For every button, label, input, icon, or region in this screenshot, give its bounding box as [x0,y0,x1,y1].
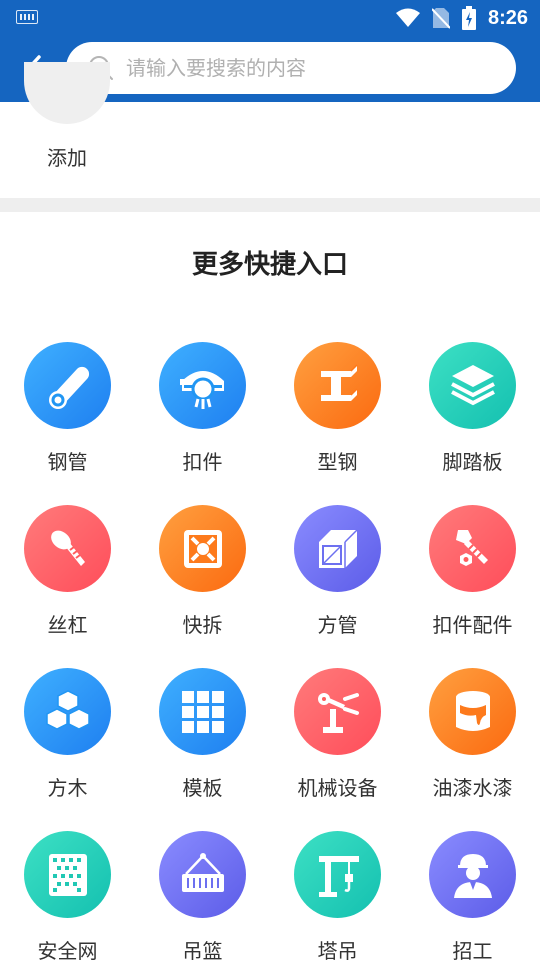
shortcut-formwork[interactable]: 模板 [135,668,270,818]
clock: 8:26 [487,6,528,29]
shortcut-safety-net[interactable]: 安全网 [0,831,135,960]
quick-release-icon [183,529,222,568]
hanging-basket-icon [181,852,224,892]
shortcut-label: 机械设备 [297,776,378,800]
shortcut-label: 吊篮 [182,939,223,960]
shortcut-label: 钢管 [47,450,88,474]
shortcut-label: 方木 [47,776,88,800]
safety-net-icon [48,853,87,896]
battery-icon [461,6,476,30]
shortcut-label: 塔吊 [317,939,358,960]
shortcut-label: 油漆水漆 [432,776,513,800]
shortcut-tower-crane[interactable]: 塔吊 [270,831,405,960]
shortcut-icon-bg [429,831,516,918]
shortcut-label: 方管 [317,613,358,637]
shortcut-icon-bg [429,505,516,592]
shortcut-label: 丝杠 [47,613,88,637]
status-bar: 8:26 [0,0,540,36]
shortcut-label: 模板 [182,776,223,800]
layers-icon [450,364,495,405]
shortcut-label: 快拆 [182,613,223,637]
shortcut-steel-beam[interactable]: 型钢 [270,342,405,492]
shortcut-icon-bg [294,668,381,755]
shortcut-screw[interactable]: 丝杠 [0,505,135,655]
shortcut-fastener[interactable]: 扣件 [135,342,270,492]
section-title: 更多快捷入口 [191,250,348,280]
shortcut-label: 型钢 [317,450,358,474]
shortcut-icon-bg [294,505,381,592]
shortcut-icon-bg [159,342,246,429]
shortcut-icon-bg [429,342,516,429]
shortcut-recruit[interactable]: 招工 [405,831,540,960]
shortcut-label: 脚踏板 [442,450,503,474]
shortcut-icon-bg [24,505,111,592]
square-tube-icon [318,528,358,568]
shortcut-icon-bg [159,668,246,755]
shortcut-label: 扣件 [182,450,223,474]
shortcut-timber[interactable]: 方木 [0,668,135,818]
search-input[interactable] [126,56,456,80]
shortcut-fastener-parts[interactable]: 扣件配件 [405,505,540,655]
worker-icon [453,853,492,898]
shortcut-icon-bg [24,831,111,918]
add-label: 添加 [47,146,87,170]
shortcut-paint[interactable]: 油漆水漆 [405,668,540,818]
robot-arm-icon [317,692,359,733]
shortcut-icon-bg [24,342,111,429]
shortcut-hanging-basket[interactable]: 吊篮 [135,831,270,960]
pipe-icon [48,366,89,409]
add-button[interactable] [24,62,110,124]
tower-crane-icon [318,855,359,897]
keyboard-icon [16,10,38,24]
shortcut-icon-bg [294,342,381,429]
shortcut-quick-release[interactable]: 快拆 [135,505,270,655]
shortcut-pipe[interactable]: 钢管 [0,342,135,492]
shortcut-icon-bg [429,668,516,755]
section-divider [0,198,540,212]
shortcut-label: 扣件配件 [432,613,513,637]
bolt-nut-icon [455,529,488,566]
no-sim-icon [431,8,450,29]
shortcut-icon-bg [294,831,381,918]
search-bar[interactable] [66,42,516,94]
shortcut-machinery[interactable]: 机械设备 [270,668,405,818]
shortcut-pedal-board[interactable]: 脚踏板 [405,342,540,492]
steel-beam-icon [320,363,358,401]
shortcut-icon-bg [159,505,246,592]
add-section: 添加 [0,62,540,198]
shortcut-square-tube[interactable]: 方管 [270,505,405,655]
shortcut-label: 招工 [452,939,493,960]
status-icons: 8:26 [395,0,528,36]
formwork-grid-icon [181,690,224,733]
cubes-icon [45,689,90,730]
shortcut-icon-bg [24,668,111,755]
fastener-icon [179,370,224,409]
screw-icon [50,530,85,566]
paint-bucket-icon [455,690,490,731]
shortcut-label: 安全网 [37,939,98,960]
shortcut-icon-bg [159,831,246,918]
wifi-icon [395,8,420,27]
